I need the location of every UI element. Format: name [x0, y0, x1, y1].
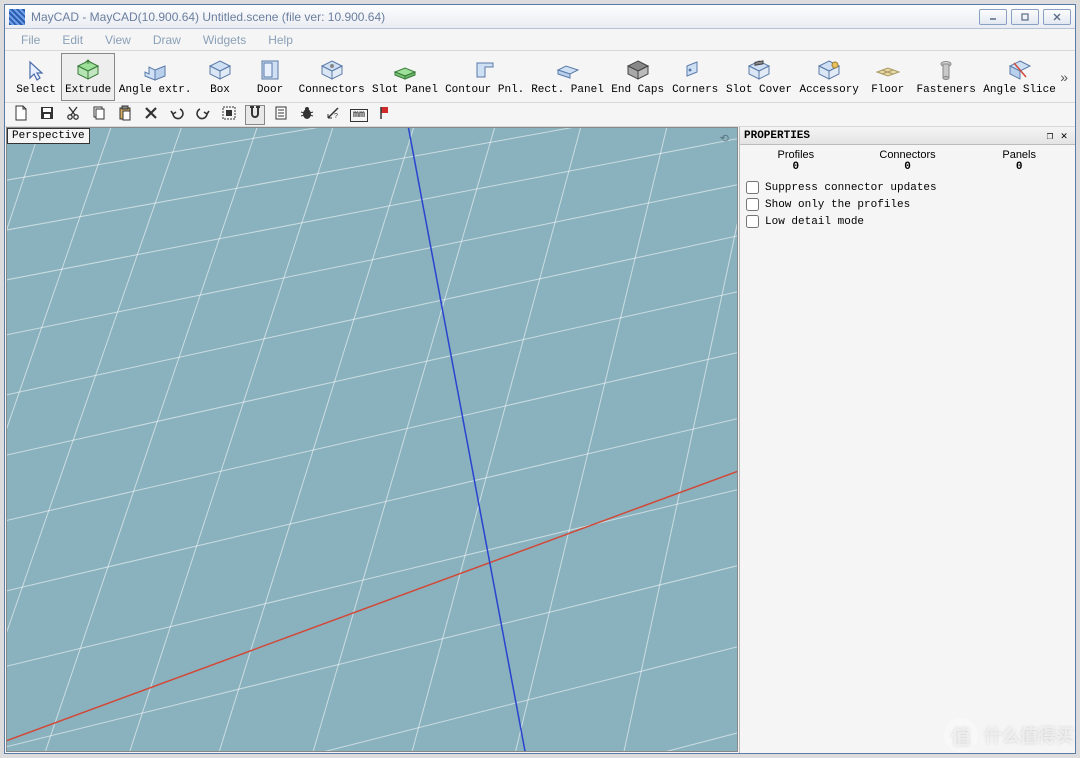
- bug-icon: [299, 105, 315, 124]
- toolbar2-new-file-button[interactable]: [11, 105, 31, 125]
- delete-icon: [143, 105, 159, 124]
- app-icon: [9, 9, 25, 25]
- toolbar-slot-panel-button[interactable]: Slot Panel: [368, 53, 441, 101]
- menu-widgets[interactable]: Widgets: [193, 31, 256, 49]
- rect-panel-icon: [553, 57, 583, 83]
- toolbar2-redo-button[interactable]: [193, 105, 213, 125]
- toolbar2-cut-button[interactable]: [63, 105, 83, 125]
- toolbar2-bug-button[interactable]: [297, 105, 317, 125]
- toolbar-rect-panel-button[interactable]: Rect. Panel: [528, 53, 608, 101]
- list-icon: [273, 105, 289, 124]
- toolbar2-units-mm-button[interactable]: mm: [349, 105, 369, 125]
- menu-file[interactable]: File: [11, 31, 50, 49]
- secondary-toolbar: ? mm: [5, 103, 1075, 127]
- maximize-button[interactable]: [1011, 9, 1039, 25]
- angle-slice-icon: [1005, 57, 1035, 83]
- properties-header: PROPERTIES ❐ ✕: [740, 127, 1075, 145]
- toolbar-select-button[interactable]: Select: [11, 53, 61, 101]
- viewport-label[interactable]: Perspective: [7, 128, 90, 144]
- toolbar-fasteners-button[interactable]: Fasteners: [913, 53, 980, 101]
- box-icon: [205, 57, 235, 83]
- check-show-only-profiles[interactable]: Show only the profiles: [746, 196, 1069, 213]
- properties-close-button[interactable]: ✕: [1057, 129, 1071, 143]
- minimize-button[interactable]: [979, 9, 1007, 25]
- floor-icon: [873, 57, 903, 83]
- viewport-indicator: ⟲: [720, 132, 729, 145]
- toolbar2-list-button[interactable]: [271, 105, 291, 125]
- toolbar2-flag-button[interactable]: [375, 105, 395, 125]
- slot-panel-icon: [390, 57, 420, 83]
- copy-icon: [91, 105, 107, 124]
- corners-icon: [680, 57, 710, 83]
- toolbar2-select-all-button[interactable]: [219, 105, 239, 125]
- new-file-icon: [13, 105, 29, 124]
- toolbar-contour-pnl--button[interactable]: Contour Pnl.: [442, 53, 528, 101]
- angle-extrude-icon: [140, 57, 170, 83]
- stat-panels: Panels 0: [963, 149, 1075, 173]
- svg-text:?: ?: [334, 113, 338, 120]
- toolbar-box-button[interactable]: Box: [195, 53, 245, 101]
- toolbar-door-button[interactable]: Door: [245, 53, 295, 101]
- measure-icon: ?: [325, 105, 341, 124]
- select-all-icon: [221, 105, 237, 124]
- door-icon: [255, 57, 285, 83]
- properties-checks: Suppress connector updates Show only the…: [740, 175, 1075, 234]
- contour-panel-icon: [470, 57, 500, 83]
- accessory-icon: [814, 57, 844, 83]
- toolbar-angle-slice-button[interactable]: Angle Slice: [980, 53, 1060, 101]
- connectors-icon: [317, 57, 347, 83]
- fasteners-icon: [931, 57, 961, 83]
- viewport-3d[interactable]: Perspective ⟲: [6, 127, 738, 752]
- main-toolbar: SelectExtrudeAngle extr.BoxDoorConnector…: [5, 51, 1075, 103]
- toolbar-extrude-button[interactable]: Extrude: [61, 53, 115, 101]
- redo-icon: [195, 105, 211, 124]
- toolbar-accessory-button[interactable]: Accessory: [796, 53, 863, 101]
- toolbar2-undo-button[interactable]: [167, 105, 187, 125]
- menu-view[interactable]: View: [95, 31, 141, 49]
- stat-profiles: Profiles 0: [740, 149, 852, 173]
- toolbar2-measure-button[interactable]: ?: [323, 105, 343, 125]
- window-title: MayCAD - MayCAD(10.900.64) Untitled.scen…: [31, 10, 979, 24]
- grid-canvas: [7, 128, 737, 751]
- properties-undock-button[interactable]: ❐: [1043, 129, 1057, 143]
- cut-icon: [65, 105, 81, 124]
- save-icon: [39, 105, 55, 124]
- properties-stats: Profiles 0 Connectors 0 Panels 0: [740, 145, 1075, 175]
- toolbar-end-caps-button[interactable]: End Caps: [607, 53, 668, 101]
- undo-icon: [169, 105, 185, 124]
- app-window: MayCAD - MayCAD(10.900.64) Untitled.scen…: [4, 4, 1076, 754]
- toolbar-corners-button[interactable]: Corners: [668, 53, 722, 101]
- titlebar: MayCAD - MayCAD(10.900.64) Untitled.scen…: [5, 5, 1075, 29]
- window-buttons: [979, 9, 1071, 25]
- properties-panel: PROPERTIES ❐ ✕ Profiles 0 Connectors 0 P…: [739, 127, 1075, 753]
- toolbar-angle-extr--button[interactable]: Angle extr.: [115, 53, 195, 101]
- check-suppress-connector-updates[interactable]: Suppress connector updates: [746, 179, 1069, 196]
- toolbar-floor-button[interactable]: Floor: [863, 53, 913, 101]
- check-low-detail-mode[interactable]: Low detail mode: [746, 213, 1069, 230]
- menu-edit[interactable]: Edit: [52, 31, 93, 49]
- units-mm-icon: mm: [350, 108, 368, 121]
- extrude-icon: [73, 57, 103, 83]
- toolbar2-save-button[interactable]: [37, 105, 57, 125]
- end-caps-icon: [623, 57, 653, 83]
- menu-help[interactable]: Help: [258, 31, 303, 49]
- close-button[interactable]: [1043, 9, 1071, 25]
- toolbar2-snap-button[interactable]: [245, 105, 265, 125]
- menubar: File Edit View Draw Widgets Help: [5, 29, 1075, 51]
- toolbar-connectors-button[interactable]: Connectors: [295, 53, 368, 101]
- cursor-icon: [21, 57, 51, 83]
- toolbar2-delete-button[interactable]: [141, 105, 161, 125]
- toolbar2-copy-button[interactable]: [89, 105, 109, 125]
- toolbar-slot-cover-button[interactable]: Slot Cover: [722, 53, 795, 101]
- properties-title: PROPERTIES: [744, 130, 810, 142]
- stat-connectors: Connectors 0: [852, 149, 964, 173]
- snap-icon: [247, 105, 263, 124]
- slot-cover-icon: [744, 57, 774, 83]
- toolbar-more-button[interactable]: »: [1059, 69, 1069, 85]
- paste-icon: [117, 105, 133, 124]
- toolbar2-paste-button[interactable]: [115, 105, 135, 125]
- content-area: Perspective ⟲ PROPERTIES ❐ ✕ Profiles 0 …: [5, 127, 1075, 753]
- menu-draw[interactable]: Draw: [143, 31, 191, 49]
- flag-icon: [377, 105, 393, 124]
